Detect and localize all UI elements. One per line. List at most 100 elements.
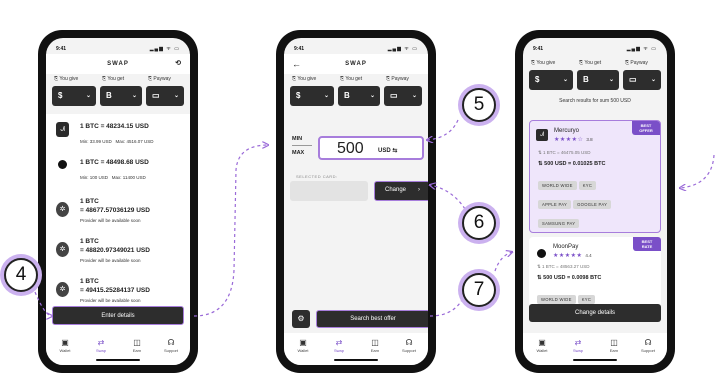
- swap-arrows-icon: ⇆: [392, 148, 398, 154]
- earn-icon: ◫: [610, 338, 618, 347]
- nav-swap[interactable]: ⇄ Swap: [88, 338, 114, 353]
- provider-note: Provider will be available soon: [80, 218, 141, 223]
- payway-dropdown[interactable]: ▭ ⌄: [146, 86, 184, 106]
- nav-earn[interactable]: ◫ Earn: [362, 338, 388, 353]
- headset-icon: ☊: [167, 338, 175, 347]
- list-item[interactable]: ✲ 1 BTC = 49415.25284137 USD Provider wil…: [56, 272, 184, 306]
- selector-labels: ⎘ You give ⎘ You get ⎘ Payway: [531, 60, 659, 68]
- list-item[interactable]: 1 BTC = 48498.68 USD Min: 100 USD Max: 1…: [56, 154, 184, 188]
- step-7-marker: 7: [462, 273, 496, 307]
- list-item[interactable]: ✲ 1 BTC = 48820.97349021 USD Provider wil…: [56, 232, 184, 266]
- you-get-label: ⎘ You get: [340, 76, 363, 82]
- tag: KYC: [577, 295, 596, 304]
- provider-logo-icon: [58, 160, 67, 169]
- list-item[interactable]: ✲ 1 BTC = 48677.57036129 USD Provider wil…: [56, 192, 184, 226]
- screen: 9:41 ▂▄▆ ᯤ ▭ ← SWAP ⎘ You give ⎘ You get…: [284, 38, 428, 365]
- offer-card-mercuryo[interactable]: BEST OFFER ᗂ Mercuryo ★★★★☆ 3.8 ⇅ 1 BTC =…: [529, 120, 661, 233]
- give-currency-dropdown[interactable]: $ ⌄: [290, 86, 334, 106]
- payway-label: ⎘ Payway: [148, 76, 171, 82]
- chevron-down-icon: ⌄: [369, 93, 375, 99]
- nav-earn[interactable]: ◫ Earn: [601, 338, 627, 353]
- give-currency-dropdown[interactable]: $ ⌄: [529, 70, 573, 90]
- tag: SAMSUNG PAY: [538, 219, 580, 228]
- headset-icon: ☊: [405, 338, 413, 347]
- nav-swap[interactable]: ⇄ Swap: [565, 338, 591, 353]
- mercuryo-logo-icon: ᗂ: [536, 129, 548, 141]
- provider-rate: 1 BTC = 48677.57036129 USD: [80, 198, 150, 214]
- get-currency-dropdown[interactable]: B ⌄: [338, 86, 380, 106]
- nav-wallet[interactable]: ▣ Wallet: [52, 338, 78, 353]
- status-icons: ▂▄▆ ᯤ ▭: [626, 46, 657, 52]
- give-currency-value: $: [58, 91, 63, 100]
- settings-button[interactable]: ⚙: [292, 310, 310, 328]
- provider-rate: 1 BTC = 48498.68 USD: [80, 159, 149, 166]
- gear-icon: ⚙: [297, 314, 305, 323]
- nav-support[interactable]: ☊ Support: [635, 338, 661, 353]
- rating-stars-icon: ★★★★☆ 3.8: [554, 137, 593, 143]
- nav-support[interactable]: ☊ Support: [158, 338, 184, 353]
- chevron-down-icon: ⌄: [650, 77, 656, 83]
- connector-7: [494, 252, 512, 272]
- get-currency-dropdown[interactable]: B ⌄: [100, 86, 142, 106]
- amount-currency: USD ⇆: [378, 148, 398, 154]
- get-currency-dropdown[interactable]: B ⌄: [577, 70, 619, 90]
- swap-icon: ⇄: [97, 338, 105, 347]
- chevron-down-icon: ⌄: [131, 93, 137, 99]
- payway-dropdown[interactable]: ▭ ⌄: [623, 70, 661, 90]
- amount-input[interactable]: 500 USD ⇆: [318, 136, 424, 160]
- provider-logo-icon: ✲: [56, 202, 69, 217]
- payway-dropdown[interactable]: ▭ ⌄: [384, 86, 422, 106]
- step-5-marker: 5: [462, 88, 496, 122]
- history-icon[interactable]: ⟲: [175, 54, 182, 74]
- max-label[interactable]: MAX: [292, 150, 304, 156]
- provider-rate: 1 BTC = 49415.25284137 USD: [80, 278, 150, 294]
- card-icon: ▭: [629, 75, 637, 84]
- best-rate-badge: BEST RATE: [633, 237, 661, 251]
- you-get-label: ⎘ You get: [579, 60, 602, 66]
- you-get-label: ⎘ You get: [102, 76, 125, 82]
- bottom-nav: ▣ Wallet ⇄ Swap ◫ Earn ☊ Support: [46, 333, 190, 365]
- provider-limits: Min: 100 USD Max: 11400 USD: [80, 175, 146, 180]
- app-bar: ← SWAP: [284, 54, 428, 74]
- nav-wallet[interactable]: ▣ Wallet: [529, 338, 555, 353]
- status-time: 9:41: [56, 46, 67, 52]
- phone-offers: 9:41 ▂▄▆ ᯤ ▭ ⎘ You give ⎘ You get ⎘ Payw…: [515, 30, 675, 373]
- home-indicator: [573, 359, 617, 361]
- min-label[interactable]: MIN: [292, 136, 302, 142]
- get-currency-value: B: [344, 91, 350, 100]
- nav-earn[interactable]: ◫ Earn: [124, 338, 150, 353]
- enter-details-button[interactable]: Enter details: [52, 306, 184, 325]
- earn-icon: ◫: [371, 338, 379, 347]
- offer-card-moonpay[interactable]: BEST RATE MoonPay ★★★★★ 4.4 ⇅ 1 BTC = 485…: [529, 237, 661, 307]
- give-currency-dropdown[interactable]: $ ⌄: [52, 86, 96, 106]
- swap-icon: ⇅: [538, 150, 542, 155]
- nav-support[interactable]: ☊ Support: [396, 338, 422, 353]
- offer-tags: WORLD WIDE KYC APPLE PAY GOOGLE PAY SAMSUN…: [538, 174, 656, 231]
- search-best-offer-button[interactable]: Search best offer: [316, 310, 428, 328]
- headset-icon: ☊: [644, 338, 652, 347]
- rating-stars-icon: ★★★★★ 4.4: [553, 253, 592, 259]
- provider-list: ᗂ 1 BTC = 48234.15 USD Min: 33.99 USD Ma…: [46, 114, 190, 336]
- nav-wallet[interactable]: ▣ Wallet: [290, 338, 316, 353]
- tag: APPLE PAY: [538, 200, 572, 209]
- offer-amount: ⇅ 500 USD = 0.01025 BTC: [538, 161, 606, 167]
- change-details-button[interactable]: Change details: [529, 304, 661, 322]
- provider-logo-icon: ✲: [56, 242, 69, 257]
- page-title: SWAP: [345, 61, 367, 67]
- list-item[interactable]: ᗂ 1 BTC = 48234.15 USD Min: 33.99 USD Ma…: [56, 118, 184, 152]
- chevron-down-icon: ⌄: [323, 93, 329, 99]
- rating-value: 4.4: [585, 253, 592, 258]
- nav-swap[interactable]: ⇄ Swap: [326, 338, 352, 353]
- exchange-icon: ⇅: [537, 275, 542, 281]
- change-card-button[interactable]: Change ›: [374, 181, 428, 201]
- offer-name: Mercuryo: [554, 128, 580, 134]
- step-6-marker: 6: [462, 206, 496, 240]
- app-bar: SWAP ⟲: [46, 54, 190, 74]
- screen: 9:41 ▂▄▆ ᯤ ▭ ⎘ You give ⎘ You get ⎘ Payw…: [523, 38, 667, 365]
- selected-card-field[interactable]: [290, 181, 368, 201]
- status-time: 9:41: [294, 46, 305, 52]
- best-offer-badge: BEST OFFER: [632, 121, 660, 135]
- back-arrow-icon[interactable]: ←: [292, 54, 302, 74]
- selector-labels: ⎘ You give ⎘ You get ⎘ Payway: [54, 76, 182, 84]
- rating-value: 3.8: [586, 137, 593, 142]
